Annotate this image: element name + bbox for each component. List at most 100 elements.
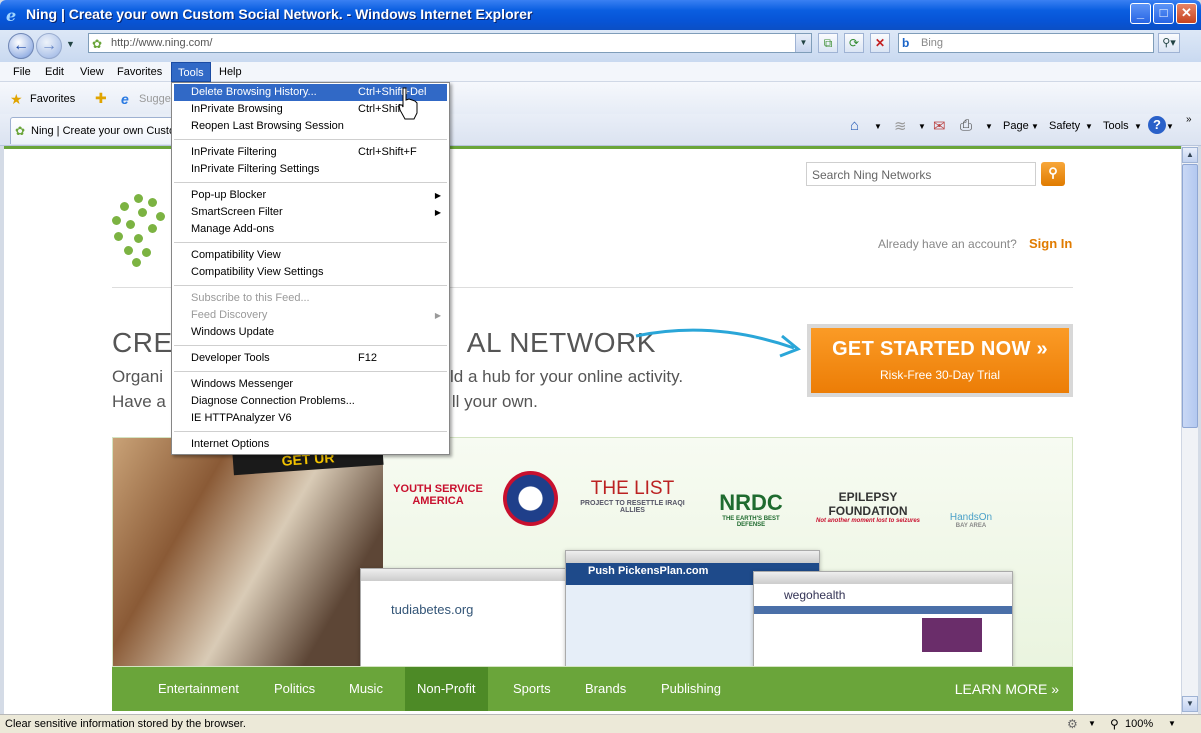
vertical-scrollbar[interactable]: ▲ ▼ (1181, 146, 1198, 714)
menu-item-compatibility-view[interactable]: Compatibility View (174, 247, 447, 264)
site-search-input[interactable]: Search Ning Networks (806, 162, 1036, 186)
tools-command[interactable]: Tools (1103, 120, 1129, 132)
menu-item-ie-httpanalyzer[interactable]: IE HTTPAnalyzer V6 (174, 410, 447, 427)
menu-item-smartscreen-filter[interactable]: SmartScreen Filter ▶ (174, 204, 447, 221)
sign-in-link[interactable]: Sign In (1029, 236, 1072, 251)
chevron-more-icon[interactable]: » (1186, 114, 1192, 125)
menu-separator (174, 242, 447, 243)
handson-title: HandsOn (949, 512, 993, 523)
menu-item-internet-options[interactable]: Internet Options (174, 436, 447, 453)
cta-subtitle: Risk-Free 30-Day Trial (879, 368, 1001, 382)
menu-item-windows-update[interactable]: Windows Update (174, 324, 447, 341)
scroll-down-icon[interactable]: ▼ (1182, 696, 1198, 712)
ning-logo[interactable] (112, 194, 172, 267)
protected-mode-dropdown-icon[interactable]: ▼ (1088, 719, 1096, 728)
search-placeholder: Bing (921, 37, 944, 49)
nav-music[interactable]: Music (349, 667, 383, 711)
protected-mode-icon[interactable]: ⚙ (1067, 717, 1078, 731)
nav-publishing[interactable]: Publishing (661, 667, 721, 711)
youth-service-america-logo[interactable]: YOUTH SERVICE AMERICA (388, 483, 488, 507)
menu-item-developer-tools[interactable]: Developer Tools F12 (174, 350, 447, 367)
menu-item-inprivate-filtering-settings[interactable]: InPrivate Filtering Settings (174, 161, 447, 178)
scroll-thumb[interactable] (1182, 164, 1198, 428)
suggested-sites-link[interactable]: Sugge (139, 93, 171, 105)
tudiabetes-title: tudiabetes.org (391, 602, 474, 617)
peace-corps-logo[interactable] (503, 471, 558, 526)
epilepsy-foundation-logo[interactable]: EPILEPSY FOUNDATION Not another moment l… (813, 490, 923, 524)
category-nav: Entertainment Politics Music Non-Profit … (112, 667, 1073, 711)
nav-sports[interactable]: Sports (513, 667, 551, 711)
handson-subtitle: BAY AREA (955, 523, 987, 529)
menu-tools[interactable]: Tools (171, 62, 211, 82)
menu-view[interactable]: View (74, 62, 110, 82)
menu-file[interactable]: File (7, 62, 37, 82)
home-icon[interactable]: ⌂ (850, 117, 859, 134)
tab-ning[interactable]: ✿ Ning | Create your own Custom Social N… (10, 117, 185, 144)
stop-icon[interactable]: ✕ (870, 33, 890, 53)
nrdc-logo[interactable]: NRDC THE EARTH'S BEST DEFENSE (711, 468, 791, 528)
feeds-icon[interactable]: ≋ (894, 117, 907, 135)
menu-separator (174, 285, 447, 286)
nrdc-title: NRDC (719, 490, 783, 515)
home-dropdown-icon[interactable]: ▼ (874, 122, 882, 131)
search-go-icon[interactable]: ⚲▾ (1158, 33, 1180, 53)
feeds-dropdown-icon[interactable]: ▼ (918, 122, 926, 131)
nav-brands[interactable]: Brands (585, 667, 626, 711)
back-button[interactable]: ← (8, 33, 34, 59)
help-icon[interactable]: ? (1148, 116, 1166, 134)
compatibility-view-icon[interactable]: ⧉ (818, 33, 838, 53)
nav-non-profit[interactable]: Non-Profit (405, 667, 488, 711)
read-mail-icon[interactable]: ✉ (933, 117, 946, 135)
favorites-button[interactable]: Favorites (30, 93, 75, 105)
menu-item-subscribe-feed: Subscribe to this Feed... (191, 292, 310, 304)
the-list-title: THE LIST (590, 478, 675, 499)
scroll-up-icon[interactable]: ▲ (1182, 147, 1198, 163)
menu-help[interactable]: Help (213, 62, 248, 82)
subline-1-right: ld a hub for your online activity. (450, 367, 684, 386)
menu-item-manage-addons[interactable]: Manage Add-ons (174, 221, 447, 238)
zoom-level[interactable]: 100% (1125, 718, 1153, 730)
menu-item-compatibility-view-settings[interactable]: Compatibility View Settings (174, 264, 447, 281)
arrow-icon (635, 328, 801, 358)
close-button[interactable]: ✕ (1176, 3, 1197, 24)
the-list-logo[interactable]: THE LIST PROJECT TO RESETTLE IRAQI ALLIE… (575, 478, 690, 514)
nav-entertainment[interactable]: Entertainment (158, 667, 239, 711)
get-started-button[interactable]: GET STARTED NOW » Risk-Free 30-Day Trial (811, 328, 1069, 393)
handson-bay-area-logo[interactable]: HandsOn BAY AREA (941, 512, 1001, 529)
menu-item-inprivate-filtering[interactable]: InPrivate Filtering Ctrl+Shift+F (174, 144, 447, 161)
forward-button[interactable]: → (36, 33, 62, 59)
title-bar[interactable]: e Ning | Create your own Custom Social N… (0, 0, 1201, 30)
menu-separator (174, 182, 447, 183)
menu-item-popup-blocker[interactable]: Pop-up Blocker ▶ (174, 187, 447, 204)
add-to-favorites-bar-icon[interactable]: ✚ (95, 90, 107, 107)
refresh-icon[interactable]: ⟳ (844, 33, 864, 53)
nav-politics[interactable]: Politics (274, 667, 315, 711)
menu-favorites[interactable]: Favorites (111, 62, 168, 82)
site-search-button[interactable]: ⚲ (1041, 162, 1065, 186)
minimize-button[interactable]: _ (1130, 3, 1151, 24)
hero-person-image: GET UR (113, 438, 384, 666)
help-dropdown-icon[interactable]: ▼ (1166, 122, 1174, 131)
tools-dropdown-icon: ▼ (1134, 122, 1142, 131)
print-dropdown-icon[interactable]: ▼ (985, 122, 993, 131)
menu-item-windows-messenger[interactable]: Windows Messenger (174, 376, 447, 393)
submenu-arrow-icon: ▶ (434, 208, 441, 217)
page-menu[interactable]: Page (1003, 120, 1029, 132)
favorites-star-icon[interactable]: ★ (10, 91, 23, 108)
learn-more-link[interactable]: LEARN MORE » (955, 667, 1059, 711)
address-dropdown-icon[interactable]: ▼ (795, 34, 811, 52)
pushpickens-title: Push PickensPlan.com (588, 565, 709, 577)
submenu-arrow-icon: ▶ (434, 311, 441, 320)
zoom-dropdown-icon[interactable]: ▼ (1168, 719, 1176, 728)
maximize-button[interactable]: □ (1153, 3, 1174, 24)
menu-separator (174, 345, 447, 346)
menu-item-diagnose-connection[interactable]: Diagnose Connection Problems... (174, 393, 447, 410)
address-field[interactable]: ✿ http://www.ning.com/ ▼ (88, 33, 812, 53)
menu-edit[interactable]: Edit (39, 62, 70, 82)
recent-pages-dropdown-icon[interactable]: ▼ (66, 39, 75, 49)
menu-separator (174, 431, 447, 432)
safety-menu[interactable]: Safety (1049, 120, 1080, 132)
print-icon[interactable]: ⎙ (960, 117, 972, 134)
zoom-icon[interactable]: ⚲ (1110, 717, 1119, 731)
search-input[interactable]: b Bing (898, 33, 1154, 53)
